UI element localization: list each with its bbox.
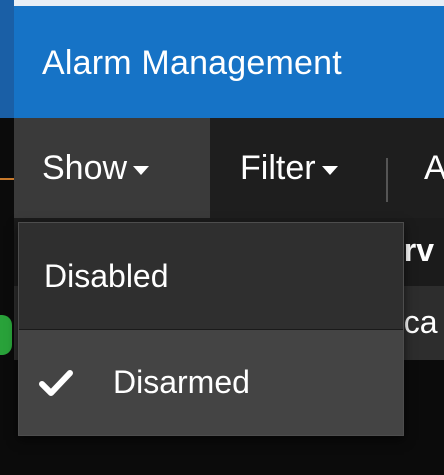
window-title: Alarm Management: [42, 44, 342, 82]
caret-down-icon: [321, 165, 338, 175]
filter-menu-label: Filter: [240, 148, 316, 187]
background-titlebar-edge: [0, 0, 14, 118]
background-status-indicator: [0, 315, 12, 355]
alarm-management-window: Alarm Management Show Filter A erv oca D…: [0, 0, 444, 475]
menu-item-disabled[interactable]: Disabled: [19, 223, 403, 329]
show-menu-button[interactable]: Show: [14, 118, 210, 218]
filter-menu-button[interactable]: Filter: [210, 118, 386, 218]
background-window-edge: [0, 0, 14, 475]
show-dropdown-menu: Disabled Disarmed: [18, 222, 404, 436]
menu-item-disarmed-label: Disarmed: [113, 364, 250, 400]
menu-item-disabled-label: Disabled: [44, 257, 169, 294]
background-accent-line: [0, 178, 14, 180]
toolbar-overflow-label: A: [424, 148, 444, 187]
toolbar-overflow-button[interactable]: A: [414, 118, 444, 218]
toolbar: Show Filter A: [14, 118, 444, 219]
show-menu-label: Show: [42, 148, 128, 187]
caret-down-icon: [133, 165, 150, 175]
menu-item-disarmed[interactable]: Disarmed: [19, 330, 403, 435]
title-bar: Alarm Management: [14, 0, 444, 118]
toolbar-divider: [386, 158, 388, 202]
checkmark-icon: [39, 368, 73, 398]
